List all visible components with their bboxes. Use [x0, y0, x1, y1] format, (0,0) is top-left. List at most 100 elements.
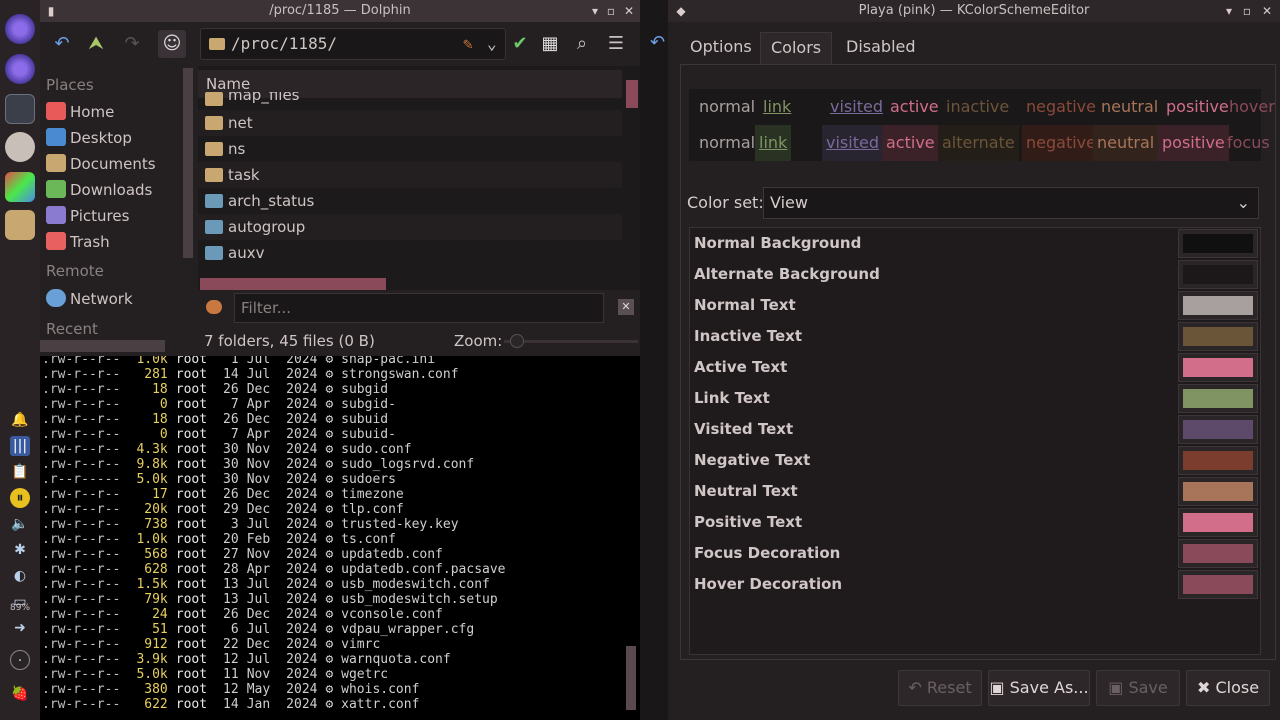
- terminal-scrollbar[interactable]: [626, 646, 636, 710]
- terminal-name: xattr.conf: [341, 697, 420, 712]
- maximize-icon[interactable]: ▫: [602, 0, 620, 22]
- file-row[interactable]: auxv: [198, 240, 622, 266]
- color-scheme-icon[interactable]: [5, 172, 35, 202]
- app-launcher-icon[interactable]: [5, 14, 35, 44]
- color-role-row[interactable]: Visited Text: [690, 414, 1260, 445]
- mixer-icon[interactable]: |||: [10, 436, 30, 456]
- dolphin-titlebar[interactable]: /proc/1185 — Dolphin ▮ ▾ ▫ ✕: [40, 0, 640, 22]
- places-item-trash[interactable]: Trash: [46, 230, 110, 254]
- places-item-downloads[interactable]: Downloads: [46, 178, 152, 202]
- chevron-down-icon[interactable]: ⌄: [487, 29, 497, 59]
- places-item-documents[interactable]: Documents: [46, 152, 156, 176]
- tab-colors[interactable]: Colors: [760, 32, 833, 64]
- terminal-year: 2024: [286, 697, 318, 712]
- color-swatch-button[interactable]: [1178, 260, 1258, 289]
- notifications-icon[interactable]: 🔔: [10, 410, 30, 430]
- file-row[interactable]: autogroup: [198, 214, 622, 240]
- file-row[interactable]: task: [198, 162, 622, 188]
- color-swatch-button[interactable]: [1178, 477, 1258, 506]
- minimize-icon[interactable]: ▾: [1220, 0, 1238, 22]
- preview-visited: visited: [830, 97, 883, 116]
- file-row[interactable]: net: [198, 110, 622, 136]
- color-role-row[interactable]: Link Text: [690, 383, 1260, 414]
- reset-button[interactable]: ↶ Reset: [898, 670, 982, 706]
- color-role-row[interactable]: Positive Text: [690, 507, 1260, 538]
- ghost-icon[interactable]: ☺: [158, 30, 186, 58]
- hamburger-menu-icon[interactable]: ☰: [602, 30, 630, 58]
- save-button[interactable]: ▣ Save: [1096, 670, 1180, 706]
- color-swatch-button[interactable]: [1178, 508, 1258, 537]
- places-item-network[interactable]: Network: [46, 287, 133, 311]
- edit-location-icon[interactable]: ✎: [463, 29, 473, 59]
- places-scrollbar[interactable]: [183, 68, 193, 258]
- up-icon[interactable]: ⮝: [82, 30, 110, 58]
- file-row[interactable]: ns: [198, 136, 622, 162]
- close-button[interactable]: ✖ Close: [1186, 670, 1270, 706]
- volume-icon[interactable]: 🔈: [10, 514, 30, 534]
- maximize-icon[interactable]: ▫: [1238, 0, 1256, 22]
- color-swatch-button[interactable]: [1178, 291, 1258, 320]
- kcse-titlebar[interactable]: Playa (pink) — KColorSchemeEditor ◆ ▾ ▫ …: [668, 0, 1280, 22]
- tab-disabled[interactable]: Disabled: [836, 32, 926, 64]
- window-menu-icon[interactable]: ◆: [672, 0, 690, 22]
- places-item-pictures[interactable]: Pictures: [46, 204, 129, 228]
- media-pause-icon[interactable]: ⏸: [10, 488, 30, 508]
- zoom-slider-handle[interactable]: [510, 334, 524, 348]
- color-role-row[interactable]: Normal Text: [690, 290, 1260, 321]
- close-filter-icon[interactable]: ✕: [618, 299, 634, 315]
- file-row[interactable]: map_files: [198, 92, 622, 106]
- color-role-row[interactable]: Normal Background: [690, 228, 1260, 259]
- color-swatch-button[interactable]: [1178, 384, 1258, 413]
- search-icon[interactable]: ⌕: [568, 30, 596, 58]
- color-swatch-button[interactable]: [1178, 322, 1258, 351]
- file-view-vscroll[interactable]: [626, 80, 638, 108]
- window-menu-icon[interactable]: ▮: [42, 0, 60, 22]
- color-swatch-button[interactable]: [1178, 415, 1258, 444]
- terminal-icon[interactable]: [5, 94, 35, 124]
- places-item-desktop[interactable]: Desktop: [46, 126, 132, 150]
- color-swatch-button[interactable]: [1178, 353, 1258, 382]
- color-role-row[interactable]: Neutral Text: [690, 476, 1260, 507]
- terminal-window[interactable]: .rw-r--r-- 1.0k root 1 Jul 2024 ⚙ snap-pac.ini…: [40, 356, 640, 720]
- color-set-select[interactable]: View ⌄: [763, 187, 1259, 219]
- color-swatch-button[interactable]: [1178, 446, 1258, 475]
- terminal-perm: .rw-r--r--: [42, 382, 121, 397]
- color-role-row[interactable]: Alternate Background: [690, 259, 1260, 290]
- close-icon[interactable]: ✕: [620, 0, 638, 22]
- location-bar[interactable]: /proc/1185/ ✎ ⌄: [200, 28, 506, 60]
- terminal-day: 30: [223, 472, 239, 487]
- calendar-icon[interactable]: ▦: [536, 30, 564, 58]
- back-icon[interactable]: ↶: [48, 30, 76, 58]
- color-role-row[interactable]: Active Text: [690, 352, 1260, 383]
- color-swatch-button[interactable]: [1178, 570, 1258, 599]
- brightness-icon[interactable]: ◐: [10, 566, 30, 586]
- terminal-row: .rw-r--r-- 0 root 7 Apr 2024 ⚙ subuid-: [42, 427, 404, 442]
- color-role-row[interactable]: Negative Text: [690, 445, 1260, 476]
- system-monitor-icon[interactable]: [5, 132, 35, 162]
- places-item-home[interactable]: Home: [46, 100, 114, 124]
- bluetooth-icon[interactable]: ✱: [10, 540, 30, 560]
- color-swatch-button[interactable]: [1178, 539, 1258, 568]
- color-swatch-button[interactable]: [1178, 229, 1258, 258]
- filter-input[interactable]: Filter...: [234, 293, 604, 323]
- save-as-button[interactable]: ▣ Save As...: [988, 670, 1090, 706]
- color-role-row[interactable]: Focus Decoration: [690, 538, 1260, 569]
- zoom-slider[interactable]: [504, 340, 638, 343]
- strawberry-icon[interactable]: 🍓: [10, 684, 30, 704]
- file-row[interactable]: arch_status: [198, 188, 622, 214]
- forward-icon[interactable]: ↷: [118, 30, 146, 58]
- close-icon[interactable]: ✕: [1258, 0, 1276, 22]
- color-role-row[interactable]: Inactive Text: [690, 321, 1260, 352]
- terminal-size: 0: [159, 427, 168, 442]
- tab-options[interactable]: Options: [680, 32, 762, 64]
- clock-icon[interactable]: ·: [10, 650, 30, 670]
- file-view-hscroll[interactable]: [200, 278, 386, 290]
- places-hscroll[interactable]: [40, 340, 165, 352]
- updates-icon[interactable]: ➜: [10, 618, 30, 638]
- confirm-icon[interactable]: ✔: [506, 30, 534, 58]
- app-launcher-icon-2[interactable]: [5, 54, 35, 84]
- clipboard-icon[interactable]: 📋: [10, 462, 30, 482]
- terminal-owner: root: [175, 607, 208, 622]
- color-role-row[interactable]: Hover Decoration: [690, 569, 1260, 600]
- file-manager-icon[interactable]: [5, 210, 35, 240]
